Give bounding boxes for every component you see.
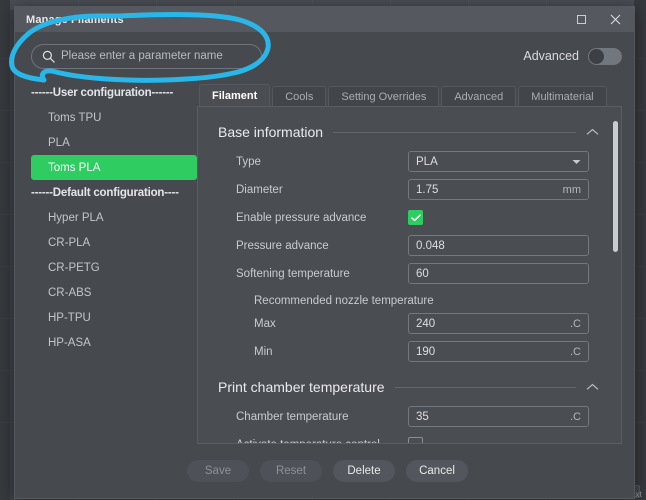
save-button[interactable]: Save: [187, 460, 249, 482]
dialog-main: ------User configuration------ Toms TPU …: [15, 80, 634, 444]
input-nozzle-max-unit: .C: [570, 317, 581, 330]
dialog-body: Advanced ------User configuration------ …: [15, 32, 634, 498]
sidebar-item-pla[interactable]: PLA: [31, 130, 197, 155]
maximize-button[interactable]: [564, 7, 598, 32]
input-chamber-temperature[interactable]: 35 .C: [408, 406, 589, 427]
tab-content-panel: Base information Type PLA Diameter 1.75 …: [197, 106, 622, 444]
maximize-icon: [576, 15, 586, 24]
input-softening-temperature[interactable]: 60: [408, 263, 589, 284]
tab-filament[interactable]: Filament: [199, 84, 271, 106]
cancel-button[interactable]: Cancel: [406, 460, 468, 482]
input-diameter[interactable]: 1.75 mm: [408, 179, 589, 200]
input-softening-temperature-value: 60: [416, 267, 429, 280]
row-pressure-advance: Pressure advance 0.048: [218, 234, 599, 257]
dialog-title-bar[interactable]: Manage Filaments: [15, 7, 634, 32]
tab-advanced[interactable]: Advanced: [441, 86, 517, 106]
desktop-right-strip: [634, 0, 646, 500]
checkbox-enable-pressure-advance[interactable]: [408, 210, 423, 225]
filament-settings-panel: Filament Cools Setting Overrides Advance…: [197, 80, 622, 444]
input-diameter-value: 1.75: [416, 183, 439, 196]
sidebar-item-hp-asa[interactable]: HP-ASA: [31, 330, 197, 355]
section-title: Print chamber temperature: [218, 379, 385, 395]
input-pressure-advance-value: 0.048: [416, 239, 445, 252]
section-divider: [394, 386, 576, 388]
select-type-value: PLA: [416, 155, 438, 168]
section-header-print-chamber-temperature[interactable]: Print chamber temperature: [218, 376, 599, 398]
scrollbar-thumb[interactable]: [613, 121, 618, 252]
sidebar-item-hp-tpu[interactable]: HP-TPU: [31, 305, 197, 330]
tab-bar[interactable]: Filament Cools Setting Overrides Advance…: [197, 84, 622, 106]
check-icon: [410, 213, 421, 221]
label-pressure-advance: Pressure advance: [236, 239, 329, 252]
settings-form: Base information Type PLA Diameter 1.75 …: [198, 107, 621, 443]
sidebar-item-cr-pla[interactable]: CR-PLA: [31, 230, 197, 255]
close-button[interactable]: [598, 7, 632, 32]
dialog-title: Manage Filaments: [26, 13, 124, 26]
input-chamber-temperature-value: 35: [416, 410, 429, 423]
dialog-toolbar: Advanced: [15, 32, 634, 80]
tab-cools[interactable]: Cools: [272, 86, 327, 106]
advanced-toggle-group[interactable]: Advanced: [523, 47, 622, 65]
row-type: Type PLA: [218, 150, 599, 173]
label-chamber-temperature: Chamber temperature: [236, 410, 349, 423]
sidebar-item-cr-petg[interactable]: CR-PETG: [31, 255, 197, 280]
search-field[interactable]: [31, 43, 262, 69]
label-nozzle-max: Max: [254, 317, 276, 330]
input-diameter-unit: mm: [562, 183, 581, 196]
row-softening-temperature: Softening temperature 60: [218, 262, 599, 285]
toggle-knob: [589, 48, 604, 64]
label-diameter: Diameter: [236, 183, 283, 196]
row-nozzle-max: Max 240 .C: [218, 312, 599, 335]
panel-scrollbar[interactable]: [613, 115, 618, 443]
label-type: Type: [236, 155, 261, 168]
search-icon: [42, 50, 55, 63]
section-divider: [333, 131, 576, 133]
sidebar-item-hyper-pla[interactable]: Hyper PLA: [31, 205, 197, 230]
row-nozzle-min: Min 190 .C: [218, 340, 599, 363]
select-type[interactable]: PLA: [408, 151, 589, 172]
label-recommended-nozzle-temperature: Recommended nozzle temperature: [254, 295, 434, 307]
sidebar-item-cr-abs[interactable]: CR-ABS: [31, 280, 197, 305]
sidebar-item-toms-pla[interactable]: Toms PLA: [31, 155, 197, 180]
desktop-left-strip: [0, 0, 10, 500]
tab-multimaterial[interactable]: Multimaterial: [518, 86, 607, 106]
filament-list-sidebar[interactable]: ------User configuration------ Toms TPU …: [15, 80, 197, 444]
input-nozzle-max-value: 240: [416, 317, 436, 330]
label-enable-pressure-advance: Enable pressure advance: [236, 211, 367, 224]
input-nozzle-min[interactable]: 190 .C: [408, 341, 589, 362]
input-nozzle-min-unit: .C: [570, 345, 581, 358]
advanced-label: Advanced: [523, 49, 579, 63]
chevron-up-icon: [586, 128, 599, 135]
row-enable-pressure-advance: Enable pressure advance: [218, 206, 599, 229]
label-activate-temperature-control: Activate temperature control: [218, 439, 408, 444]
input-pressure-advance[interactable]: 0.048: [408, 235, 589, 256]
section-header-base-information[interactable]: Base information: [218, 121, 599, 143]
sidebar-item-toms-tpu[interactable]: Toms TPU: [31, 105, 197, 130]
dialog-footer: Save Reset Delete Cancel: [15, 444, 634, 498]
close-icon: [610, 14, 620, 25]
delete-button[interactable]: Delete: [333, 460, 395, 482]
reset-button[interactable]: Reset: [260, 460, 322, 482]
sidebar-group-header: ------Default configuration----: [31, 186, 179, 199]
row-chamber-temperature: Chamber temperature 35 .C: [218, 405, 599, 428]
sidebar-group-header: ------User configuration------: [31, 86, 174, 99]
manage-filaments-dialog: Manage Filaments Advanc: [14, 6, 635, 499]
label-nozzle-min: Min: [254, 345, 273, 358]
input-nozzle-min-value: 190: [416, 345, 436, 358]
label-softening-temperature: Softening temperature: [236, 267, 350, 280]
tab-setting-overrides[interactable]: Setting Overrides: [328, 86, 440, 106]
input-nozzle-max[interactable]: 240 .C: [408, 313, 589, 334]
chevron-down-icon: [572, 159, 581, 164]
search-input[interactable]: [61, 50, 251, 62]
chevron-up-icon: [586, 383, 599, 390]
section-title: Base information: [218, 124, 324, 140]
input-chamber-temperature-unit: .C: [570, 410, 581, 423]
row-activate-temperature-control: Activate temperature control: [218, 433, 599, 443]
row-diameter: Diameter 1.75 mm: [218, 178, 599, 201]
advanced-toggle[interactable]: [588, 47, 622, 65]
checkbox-activate-temperature-control[interactable]: [408, 437, 423, 443]
